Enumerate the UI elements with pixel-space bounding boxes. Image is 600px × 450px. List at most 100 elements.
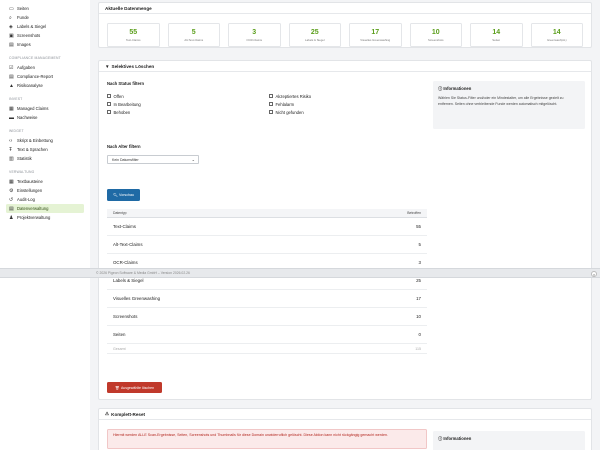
sidebar-item-labels-siegel[interactable]: ◈ Labels & Siegel	[6, 22, 84, 31]
stat-value: 17	[371, 28, 380, 36]
sidebar-item-audit-log[interactable]: ↺ Audit-Log	[6, 195, 84, 204]
stat-value: 25	[310, 28, 319, 36]
close-icon[interactable]: ×	[591, 271, 597, 277]
checkbox[interactable]	[107, 102, 111, 106]
info-title: ⓘ Informationen	[438, 86, 580, 92]
stat-value: 14	[552, 28, 561, 36]
table-row: Screenshots 10	[107, 308, 427, 326]
table-row: Visuelles Greenwashing 17	[107, 290, 427, 308]
reset-title: Komplett-Reset	[111, 411, 146, 417]
section-admin: Verwaltung	[9, 170, 35, 174]
sidebar-item-statistik[interactable]: ▥ Statistik	[6, 154, 84, 163]
sidebar-item-risikoanalyse[interactable]: ▲ Risikoanalyse	[6, 81, 84, 90]
trash-icon: 🗑︎	[114, 385, 120, 390]
sidebar-item-label: Seiten	[17, 6, 29, 11]
stats-title: Aktuelle Datenmenge	[99, 3, 591, 14]
status-checkbox-in-bearbeitung[interactable]: In Bearbeitung	[107, 100, 141, 108]
row-count: 3	[418, 260, 421, 265]
checkbox-label: In Bearbeitung	[113, 101, 141, 107]
search-icon: ⌕	[9, 14, 12, 21]
checkbox[interactable]	[107, 110, 111, 114]
code-icon: ‹›	[9, 137, 13, 144]
status-checkbox-offen[interactable]: Offen	[107, 92, 141, 100]
sidebar-item-funde[interactable]: ⌕ Funde	[6, 13, 84, 22]
checkbox[interactable]	[269, 102, 273, 106]
stat-tile: 17 Visuelles Greenwashing	[349, 23, 402, 47]
status-checkbox-nicht-gefunden[interactable]: Nicht gefunden	[269, 108, 311, 116]
row-type: Screenshots	[113, 314, 138, 319]
sidebar-item-managed-claims[interactable]: ▦ Managed Claims	[6, 104, 84, 113]
sidebar-item-label: Images	[17, 42, 31, 47]
stat-tile: 3 OCR-Claims	[228, 23, 281, 47]
sidebar-item-text-sprachen[interactable]: Ŧ Text & Sprachen	[6, 145, 84, 154]
sidebar-item-label: Funde	[17, 15, 29, 20]
warning-icon: ▲	[9, 82, 14, 89]
sidebar-item-einstellungen[interactable]: ⚙ Einstellungen	[6, 186, 84, 195]
total-value: 115	[415, 346, 421, 351]
sidebar-item-screenshots[interactable]: ▣ Screenshots	[6, 31, 84, 40]
sidebar-item-label: Nachweise	[17, 115, 38, 120]
table-header-row: Datentyp Betroffen	[107, 209, 427, 218]
status-filter-label: Nach Status filtern	[107, 81, 144, 86]
sidebar-item-label: Risikoanalyse	[17, 83, 43, 88]
row-count: 10	[416, 314, 421, 319]
checkbox-label: Offen	[113, 93, 124, 99]
age-filter-select[interactable]: Kein Datumsfilter ⌄	[107, 155, 199, 164]
sidebar-item-label: Textbausteine	[17, 179, 43, 184]
sidebar-item-images[interactable]: ▤ Images	[6, 40, 84, 49]
sidebar-item-compliance-report[interactable]: ▤ Compliance-Report	[6, 72, 84, 81]
sidebar-item-aufgaben[interactable]: ☑ Aufgaben	[6, 63, 84, 72]
section-invest: Invest	[9, 97, 23, 101]
claims-icon: ▦	[9, 105, 14, 112]
age-filter-label: Nach Alter filtern	[107, 144, 141, 149]
folder-icon: ▬	[9, 114, 14, 121]
sidebar-item-label: Text & Sprachen	[17, 147, 48, 152]
stat-label: Greenwash(AL)	[546, 37, 567, 42]
reset-alert: Hiermit werden ALLE Scan-Ergebnisse, Sei…	[107, 429, 427, 449]
status-checkbox-fehlalarm[interactable]: Fehlalarm	[269, 100, 311, 108]
reset-info-title: ⓘ Informationen	[438, 436, 580, 442]
status-checkbox-akzeptiertes-risiko[interactable]: Akzeptiertes Risiko	[269, 92, 311, 100]
delete-selected-button[interactable]: 🗑︎ Ausgewählte löschen	[107, 382, 162, 393]
sidebar-item-textbausteine[interactable]: ▦ Textbausteine	[6, 177, 84, 186]
sidebar-item-label: Managed Claims	[17, 106, 49, 111]
stats-card: Aktuelle Datenmenge 55 Text-Claims 5 Alt-Te…	[98, 2, 592, 48]
stat-tile: 14 Seiten	[470, 23, 523, 47]
stat-label: Labels & Siegel	[305, 37, 325, 42]
stat-label: Text-Claims	[125, 37, 141, 42]
status-checkbox-behoben[interactable]: Behoben	[107, 108, 141, 116]
stat-value: 3	[252, 28, 257, 36]
sidebar-item-label: Datenverwaltung	[17, 206, 49, 211]
checkbox[interactable]	[269, 110, 273, 114]
row-type: OCR-Claims	[113, 260, 138, 265]
preview-button[interactable]: 🔍︎ Vorschau	[107, 189, 140, 201]
section-widget: Widget	[9, 129, 24, 133]
stat-value: 10	[431, 28, 440, 36]
checkbox-label: Nicht gefunden	[275, 109, 304, 115]
checkbox[interactable]	[107, 94, 111, 98]
footer-text: © 2026 Pigeon Software & Media GmbH – Ve…	[96, 271, 190, 275]
sidebar-item-label: Aufgaben	[17, 65, 35, 70]
table-header-count: Betroffen	[407, 211, 421, 215]
reset-header: ⚠ Komplett-Reset	[99, 409, 591, 420]
checkbox[interactable]	[269, 94, 273, 98]
sidebar-item-seiten[interactable]: ▭ Seiten	[6, 4, 84, 13]
preview-button-label: Vorschau	[119, 193, 135, 197]
stat-tile: 25 Labels & Siegel	[288, 23, 341, 47]
info-text: Wählen Sie Status-Filter und/oder ein Mi…	[438, 96, 564, 106]
stat-tile: 14 Greenwash(AL)	[530, 23, 583, 47]
section-compliance: Compliance Management	[9, 56, 61, 60]
table-row: Alt-Text-Claims 5	[107, 236, 427, 254]
image-icon: ▤	[9, 41, 14, 48]
search-icon: 🔍︎	[112, 193, 118, 197]
sidebar-item-nachweise[interactable]: ▬ Nachweise	[6, 113, 84, 122]
sidebar-item-projektverwaltung[interactable]: ♟ Projektverwaltung	[6, 213, 84, 222]
row-count: 25	[416, 278, 421, 283]
sidebar-item-datenverwaltung[interactable]: ▤ Datenverwaltung	[6, 204, 84, 213]
row-type: Alt-Text-Claims	[113, 242, 143, 247]
stat-tile: 10 Screenshots	[409, 23, 462, 47]
sidebar-item-label: Projektverwaltung	[17, 215, 51, 220]
sidebar-item-skript-einbettung[interactable]: ‹› Skript & Einbettung	[6, 136, 84, 145]
projects-icon: ♟	[9, 214, 14, 221]
stat-label: Visuelles Greenwashing	[360, 37, 391, 42]
